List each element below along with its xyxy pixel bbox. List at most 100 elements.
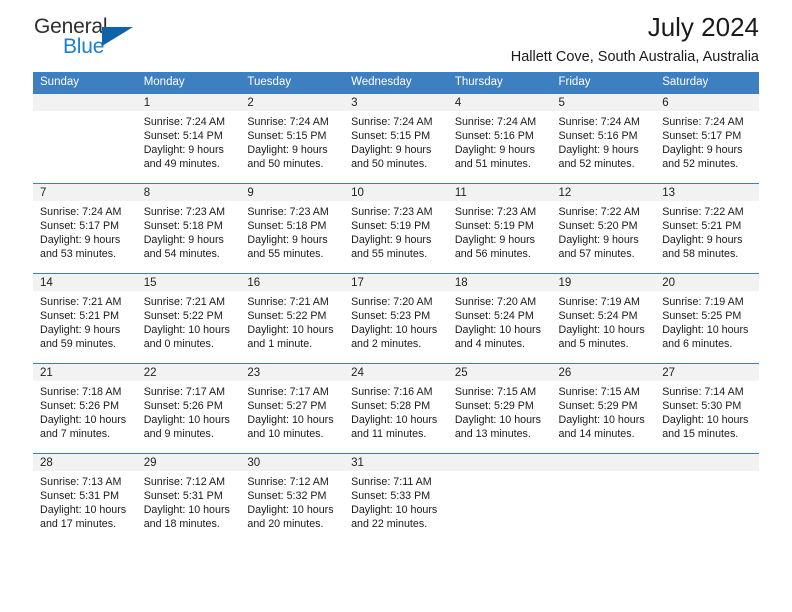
calendar-day-cell[interactable]: 3 Sunrise: 7:24 AM Sunset: 5:15 PM Daylight… — [344, 93, 448, 184]
triangle-icon — [102, 27, 133, 46]
day-number — [551, 454, 656, 471]
calendar-day-cell[interactable]: 12 Sunrise: 7:22 AM Sunset: 5:20 PM Dayligh… — [551, 183, 656, 274]
calendar-day-cell[interactable]: 6 Sunrise: 7:24 AM Sunset: 5:17 PM Daylight… — [655, 93, 759, 184]
sunset-text: Sunset: 5:24 PM — [558, 310, 638, 323]
calendar-day-cell[interactable]: 27 Sunrise: 7:14 AM Sunset: 5:30 PM Dayligh… — [655, 363, 759, 454]
calendar-day-cell[interactable]: 20 Sunrise: 7:19 AM Sunset: 5:25 PM Dayligh… — [655, 273, 759, 364]
sunset-text: Sunset: 5:17 PM — [40, 220, 120, 233]
day-number: 13 — [655, 184, 759, 201]
daylight-text-line2: and 58 minutes. — [662, 248, 739, 261]
sunrise-text: Sunrise: 7:17 AM — [143, 386, 226, 398]
calendar-day-cell[interactable]: 23 Sunrise: 7:17 AM Sunset: 5:27 PM Dayligh… — [240, 363, 345, 454]
sunrise-text: Sunrise: 7:24 AM — [558, 116, 640, 128]
calendar-day-cell[interactable]: 14 Sunrise: 7:21 AM Sunset: 5:21 PM Dayligh… — [33, 273, 137, 364]
day-details: Sunrise: 7:20 AM Sunset: 5:24 PM Daylight:… — [448, 291, 552, 351]
day-number: 2 — [240, 94, 345, 111]
calendar-week-row: 28 Sunrise: 7:13 AM Sunset: 5:31 PM Dayligh… — [33, 453, 759, 544]
calendar-week-row: 7 Sunrise: 7:24 AM Sunset: 5:17 PM Daylight… — [33, 183, 759, 274]
calendar-day-cell[interactable]: 11 Sunrise: 7:23 AM Sunset: 5:19 PM Dayligh… — [447, 183, 552, 274]
calendar-day-cell[interactable]: 17 Sunrise: 7:20 AM Sunset: 5:23 PM Dayligh… — [344, 273, 448, 364]
sunset-text: Sunset: 5:25 PM — [662, 310, 742, 323]
calendar-day-cell[interactable]: 28 Sunrise: 7:13 AM Sunset: 5:31 PM Dayligh… — [33, 453, 137, 544]
calendar-day-cell[interactable]: 18 Sunrise: 7:20 AM Sunset: 5:24 PM Dayligh… — [447, 273, 552, 364]
day-number: 20 — [655, 274, 759, 291]
weekday-header-monday: Monday — [136, 72, 241, 94]
calendar-day-cell[interactable]: 5 Sunrise: 7:24 AM Sunset: 5:16 PM Daylight… — [551, 93, 656, 184]
calendar-day-cell[interactable]: 29 Sunrise: 7:12 AM Sunset: 5:31 PM Dayligh… — [136, 453, 241, 544]
sunset-text: Sunset: 5:28 PM — [351, 400, 431, 413]
sunrise-text: Sunrise: 7:19 AM — [662, 296, 744, 308]
calendar-day-cell[interactable]: 15 Sunrise: 7:21 AM Sunset: 5:22 PM Dayligh… — [136, 273, 241, 364]
title-block: July 2024 Hallett Cove, South Australia,… — [511, 10, 759, 68]
calendar-day-cell[interactable]: 21 Sunrise: 7:18 AM Sunset: 5:26 PM Dayligh… — [33, 363, 137, 454]
day-number: 30 — [240, 454, 345, 471]
calendar-day-cell[interactable]: 31 Sunrise: 7:11 AM Sunset: 5:33 PM Dayligh… — [344, 453, 448, 544]
daylight-text-line2: and 22 minutes. — [351, 518, 428, 531]
day-details: Sunrise: 7:16 AM Sunset: 5:28 PM Daylight:… — [344, 381, 448, 441]
sunset-text: Sunset: 5:18 PM — [247, 220, 327, 233]
calendar-day-cell[interactable]: 19 Sunrise: 7:19 AM Sunset: 5:24 PM Dayligh… — [551, 273, 656, 364]
calendar-day-cell[interactable]: 30 Sunrise: 7:12 AM Sunset: 5:32 PM Dayligh… — [240, 453, 345, 544]
page-header: General Blue July 2024 Hallett Cove, Sou… — [33, 0, 759, 72]
weekday-header-sunday: Sunday — [33, 72, 137, 94]
calendar-day-cell[interactable]: 4 Sunrise: 7:24 AM Sunset: 5:16 PM Daylight… — [447, 93, 552, 184]
daylight-text-line1: Daylight: 10 hours — [143, 324, 230, 337]
day-number: 18 — [447, 274, 552, 291]
calendar-body: 1 Sunrise: 7:24 AM Sunset: 5:14 PM Daylight… — [33, 93, 759, 544]
calendar-day-cell[interactable]: 26 Sunrise: 7:15 AM Sunset: 5:29 PM Dayligh… — [551, 363, 656, 454]
day-details: Sunrise: 7:22 AM Sunset: 5:20 PM Daylight:… — [552, 201, 656, 261]
sunset-text: Sunset: 5:21 PM — [662, 220, 742, 233]
daylight-text-line1: Daylight: 10 hours — [662, 414, 749, 427]
calendar-day-cell[interactable]: 25 Sunrise: 7:15 AM Sunset: 5:29 PM Dayligh… — [447, 363, 552, 454]
daylight-text-line2: and 1 minute. — [247, 338, 313, 351]
day-number — [655, 454, 759, 471]
sunrise-text: Sunrise: 7:12 AM — [143, 476, 226, 488]
sunset-text: Sunset: 5:19 PM — [454, 220, 534, 233]
sunrise-text: Sunrise: 7:24 AM — [40, 206, 122, 218]
calendar-day-cell[interactable]: 10 Sunrise: 7:23 AM Sunset: 5:19 PM Dayligh… — [344, 183, 448, 274]
daylight-text-line2: and 49 minutes. — [143, 158, 220, 171]
calendar-day-cell[interactable]: 24 Sunrise: 7:16 AM Sunset: 5:28 PM Dayligh… — [344, 363, 448, 454]
calendar-day-cell[interactable]: 7 Sunrise: 7:24 AM Sunset: 5:17 PM Daylight… — [33, 183, 137, 274]
calendar-day-cell[interactable]: 2 Sunrise: 7:24 AM Sunset: 5:15 PM Daylight… — [240, 93, 345, 184]
day-number: 29 — [136, 454, 241, 471]
calendar-day-cell[interactable]: 16 Sunrise: 7:21 AM Sunset: 5:22 PM Dayligh… — [240, 273, 345, 364]
daylight-text-line2: and 57 minutes. — [558, 248, 635, 261]
sunrise-text: Sunrise: 7:16 AM — [351, 386, 433, 398]
sunrise-text: Sunrise: 7:21 AM — [247, 296, 329, 308]
daylight-text-line2: and 4 minutes. — [454, 338, 525, 351]
day-details: Sunrise: 7:19 AM Sunset: 5:25 PM Daylight:… — [655, 291, 759, 351]
sunset-text: Sunset: 5:26 PM — [143, 400, 223, 413]
calendar-header-row: Sunday Monday Tuesday Wednesday Thursday… — [33, 72, 759, 94]
calendar-day-cell[interactable]: 22 Sunrise: 7:17 AM Sunset: 5:26 PM Dayligh… — [136, 363, 241, 454]
sunrise-text: Sunrise: 7:22 AM — [662, 206, 744, 218]
daylight-text-line1: Daylight: 10 hours — [558, 414, 645, 427]
brand-logo[interactable]: General Blue — [34, 16, 214, 68]
sunrise-text: Sunrise: 7:23 AM — [247, 206, 329, 218]
weekday-header-saturday: Saturday — [655, 72, 759, 94]
day-number: 23 — [240, 364, 345, 381]
sunset-text: Sunset: 5:19 PM — [351, 220, 431, 233]
calendar-day-cell[interactable]: 8 Sunrise: 7:23 AM Sunset: 5:18 PM Daylight… — [136, 183, 241, 274]
sunrise-text: Sunrise: 7:15 AM — [454, 386, 537, 398]
calendar-empty-cell — [551, 453, 656, 544]
daylight-text-line2: and 5 minutes. — [558, 338, 629, 351]
day-details: Sunrise: 7:17 AM Sunset: 5:26 PM Daylight:… — [137, 381, 241, 441]
sunrise-text: Sunrise: 7:11 AM — [351, 476, 432, 488]
sunrise-text: Sunrise: 7:15 AM — [558, 386, 640, 398]
sunrise-text: Sunrise: 7:22 AM — [558, 206, 640, 218]
day-number: 21 — [33, 364, 137, 381]
sunrise-text: Sunrise: 7:18 AM — [40, 386, 122, 398]
calendar-day-cell[interactable]: 1 Sunrise: 7:24 AM Sunset: 5:14 PM Daylight… — [136, 93, 241, 184]
day-number: 15 — [136, 274, 241, 291]
day-number: 6 — [655, 94, 759, 111]
calendar-day-cell[interactable]: 9 Sunrise: 7:23 AM Sunset: 5:18 PM Daylight… — [240, 183, 345, 274]
calendar-day-cell[interactable]: 13 Sunrise: 7:22 AM Sunset: 5:21 PM Dayligh… — [655, 183, 759, 274]
sunset-text: Sunset: 5:14 PM — [143, 130, 223, 143]
daylight-text-line1: Daylight: 10 hours — [351, 504, 438, 517]
calendar-empty-cell — [447, 453, 552, 544]
sunrise-text: Sunrise: 7:13 AM — [40, 476, 122, 488]
sunset-text: Sunset: 5:20 PM — [558, 220, 638, 233]
day-details: Sunrise: 7:18 AM Sunset: 5:26 PM Daylight:… — [33, 381, 137, 441]
sunrise-text: Sunrise: 7:17 AM — [247, 386, 329, 398]
